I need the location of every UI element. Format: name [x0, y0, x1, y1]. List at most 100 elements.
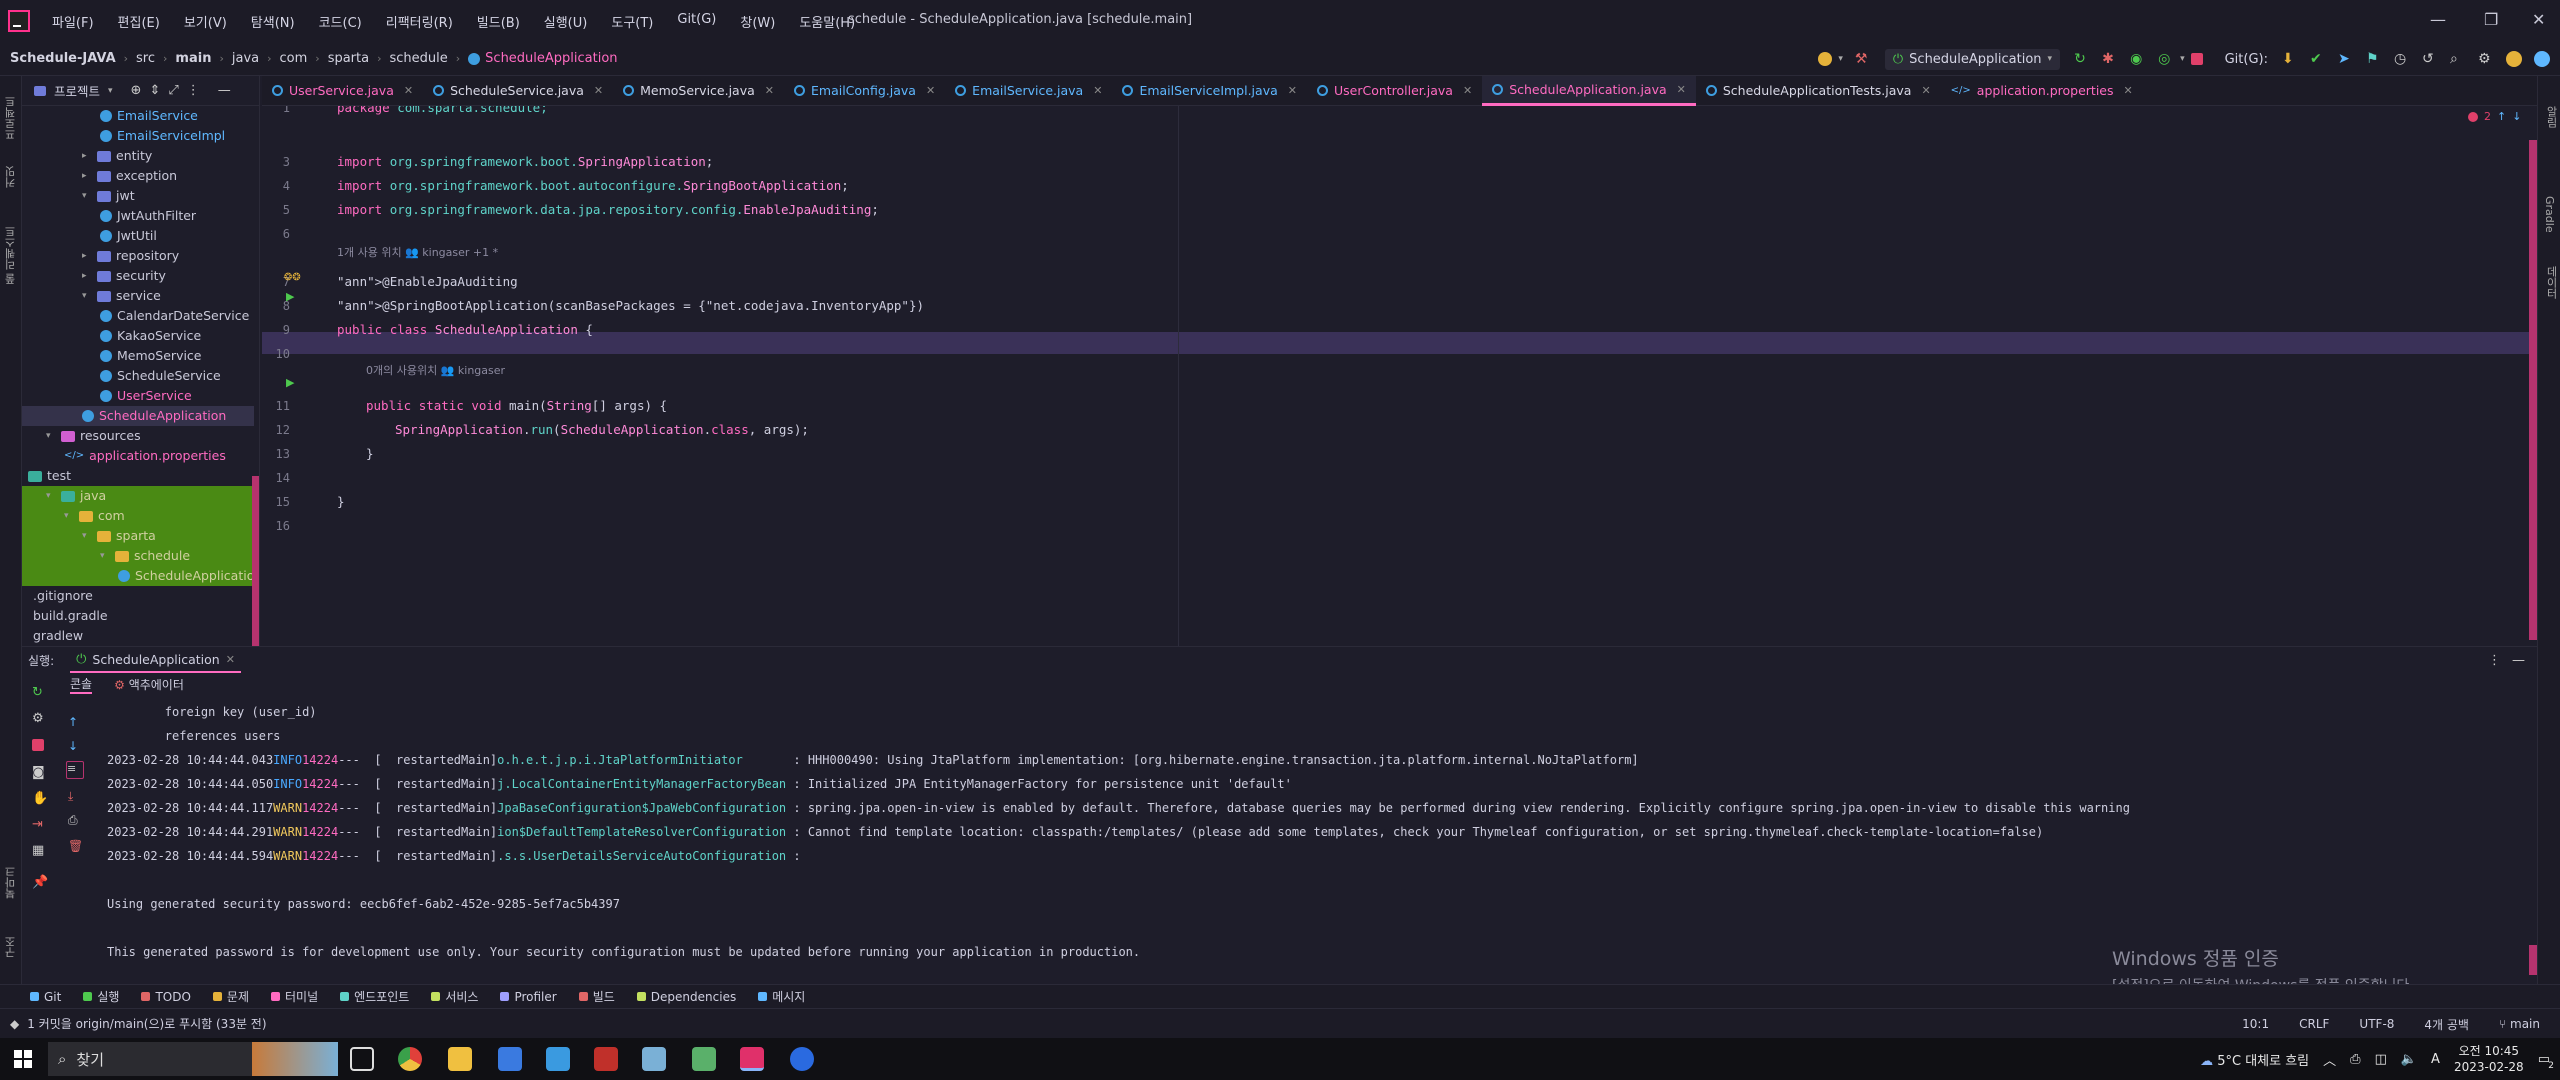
tree-item[interactable]: ▾ com	[64, 506, 125, 526]
filezilla-icon[interactable]	[594, 1047, 618, 1071]
menu-item[interactable]: 도구(T)	[611, 12, 653, 31]
history-icon[interactable]: ◷	[2394, 51, 2410, 67]
editor-tab[interactable]: MemoService.java ✕	[613, 76, 784, 106]
close-icon[interactable]: ✕	[2532, 10, 2545, 29]
editor-tab[interactable]: UserService.java ✕	[262, 76, 423, 106]
arrow-up-icon[interactable]: ↑	[2497, 110, 2506, 123]
tree-item[interactable]: ▸ entity	[82, 146, 152, 166]
close-tab-icon[interactable]: ✕	[594, 84, 603, 97]
tree-item[interactable]: ▾ sparta	[82, 526, 156, 546]
ime-indicator[interactable]: A	[2431, 1052, 2440, 1067]
tree-item[interactable]: ▾ java	[46, 486, 106, 506]
bookmarks-tool-button[interactable]: 북마크	[3, 866, 19, 899]
chevron-down-icon[interactable]: ▾	[46, 426, 56, 446]
tool-window-tab[interactable]: TODO	[141, 990, 191, 1004]
inspection-widget[interactable]: 2 ↑ ↓	[2468, 110, 2521, 123]
close-tab-icon[interactable]: ✕	[1921, 84, 1930, 97]
maps-icon[interactable]	[790, 1047, 814, 1071]
debug-icon[interactable]: ✱	[2102, 51, 2118, 67]
close-tab-icon[interactable]: ✕	[404, 84, 413, 97]
gradle-tool-button[interactable]: Gradle	[2543, 196, 2556, 233]
settings-icon[interactable]: ⚙	[32, 711, 46, 726]
menu-item[interactable]: 실행(U)	[544, 12, 588, 31]
tree-item[interactable]: EmailServiceImpl	[100, 126, 225, 146]
tree-item[interactable]: CalendarDateService	[100, 306, 249, 326]
clear-icon[interactable]: 🗑	[68, 839, 83, 853]
breadcrumb-item[interactable]: sparta	[328, 51, 369, 66]
tool-window-tab[interactable]: 터미널	[271, 988, 318, 1005]
tree-item[interactable]: test	[28, 466, 71, 486]
file-explorer-icon[interactable]	[448, 1047, 472, 1071]
minimize-icon[interactable]: —	[2430, 10, 2446, 29]
chevron-right-icon[interactable]: ▸	[82, 166, 92, 186]
tool-window-tab[interactable]: 빌드	[578, 988, 615, 1005]
update-icon[interactable]	[2506, 51, 2522, 67]
tool-window-tab[interactable]: 메시지	[758, 988, 805, 1005]
chevron-down-icon[interactable]: ▾	[2180, 54, 2185, 64]
scroll-down-icon[interactable]: ↓	[68, 739, 82, 753]
tree-item[interactable]: ▾ service	[82, 286, 161, 306]
jetbrains-icon[interactable]	[2534, 51, 2550, 67]
close-tab-icon[interactable]: ✕	[1288, 84, 1297, 97]
volume-icon[interactable]: 🔈	[2401, 1052, 2417, 1067]
git-update-icon[interactable]: ⬇	[2282, 51, 2298, 67]
close-tab-icon[interactable]: ✕	[1677, 83, 1686, 96]
menu-item[interactable]: 창(W)	[740, 12, 775, 31]
close-tab-icon[interactable]: ✕	[1463, 84, 1472, 97]
close-tab-icon[interactable]: ✕	[926, 84, 935, 97]
chevron-up-icon[interactable]: ︿	[2323, 1050, 2336, 1069]
scroll-up-icon[interactable]: ↑	[68, 715, 82, 729]
chevron-down-icon[interactable]: ▾	[82, 186, 92, 206]
notification-icon[interactable]: ▭ 2	[2538, 1052, 2554, 1071]
tree-item[interactable]: ▾ jwt	[82, 186, 135, 206]
editor-tab[interactable]: ScheduleApplication.java ✕	[1482, 75, 1696, 106]
chevron-down-icon[interactable]: ▾	[1838, 54, 1843, 64]
chevron-down-icon[interactable]: ▾	[82, 526, 92, 546]
task-view-icon[interactable]	[350, 1047, 374, 1071]
rollback-icon[interactable]: ↺	[2422, 51, 2438, 67]
menu-item[interactable]: 도움말(H)	[799, 12, 855, 31]
rerun-icon[interactable]: ↻	[2074, 51, 2090, 67]
stop-icon[interactable]	[2190, 53, 2203, 65]
tool-window-tab[interactable]: 서비스	[431, 988, 478, 1005]
breadcrumb-item[interactable]: ScheduleApplication	[485, 51, 617, 66]
restore-layout-icon[interactable]: ✋	[32, 791, 48, 806]
tree-item[interactable]: JwtAuthFilter	[100, 206, 196, 226]
tree-item[interactable]: MemoService	[100, 346, 202, 366]
expand-all-icon[interactable]: ⤢	[168, 83, 178, 98]
editor-tab[interactable]: ScheduleApplicationTests.java ✕	[1696, 76, 1941, 106]
print-icon[interactable]: ⎙	[68, 813, 82, 827]
chevron-right-icon[interactable]: ▸	[82, 246, 92, 266]
console-scrollbar[interactable]	[2529, 945, 2537, 975]
weather-widget[interactable]: ☁ 5°C 대체로 흐림	[2200, 1050, 2309, 1069]
editor-tab[interactable]: UserController.java ✕	[1307, 76, 1482, 106]
menu-item[interactable]: 편집(E)	[118, 12, 160, 31]
chevron-right-icon[interactable]: ▸	[82, 266, 92, 286]
pin-icon[interactable]: 📌	[32, 875, 48, 890]
settings-icon[interactable]: ⚙	[2478, 51, 2494, 67]
tree-item[interactable]: KakaoService	[100, 326, 201, 346]
layout-icon[interactable]: ▦	[32, 843, 46, 858]
usage-hint[interactable]: 1개 사용 위치 👥 kingaser +1 *	[337, 244, 498, 260]
store-icon[interactable]	[498, 1047, 522, 1071]
arrow-down-icon[interactable]: ↓	[2512, 110, 2521, 123]
app-icon[interactable]	[642, 1047, 666, 1071]
clock[interactable]: 오전 10:45 2023-02-28	[2454, 1043, 2524, 1075]
git-branch[interactable]: ⑂ main	[2499, 1017, 2540, 1031]
menu-item[interactable]: 탐색(N)	[251, 12, 295, 31]
breadcrumb-item[interactable]: src	[136, 51, 155, 66]
editor-tab[interactable]: EmailServiceImpl.java ✕	[1112, 76, 1307, 106]
taskbar-search[interactable]: ⌕ 찾기	[48, 1042, 338, 1076]
caret-position[interactable]: 10:1	[2242, 1017, 2269, 1031]
tree-item[interactable]: ScheduleService	[100, 366, 221, 386]
breadcrumb-item[interactable]: java	[232, 51, 259, 66]
pull-requests-tool-button[interactable]: 풀 리퀘스트	[3, 226, 19, 285]
tree-item[interactable]: EmailService	[100, 106, 198, 126]
tree-item[interactable]: ▸ exception	[82, 166, 177, 186]
tool-window-tab[interactable]: 실행	[83, 988, 119, 1005]
close-tab-icon[interactable]: ✕	[765, 84, 774, 97]
locate-icon[interactable]: ⊕	[131, 83, 142, 98]
scroll-to-end-icon[interactable]: ⤓	[68, 789, 82, 803]
search-icon[interactable]: ⌕	[2450, 51, 2466, 67]
indent-setting[interactable]: 4개 공백	[2424, 1016, 2469, 1033]
